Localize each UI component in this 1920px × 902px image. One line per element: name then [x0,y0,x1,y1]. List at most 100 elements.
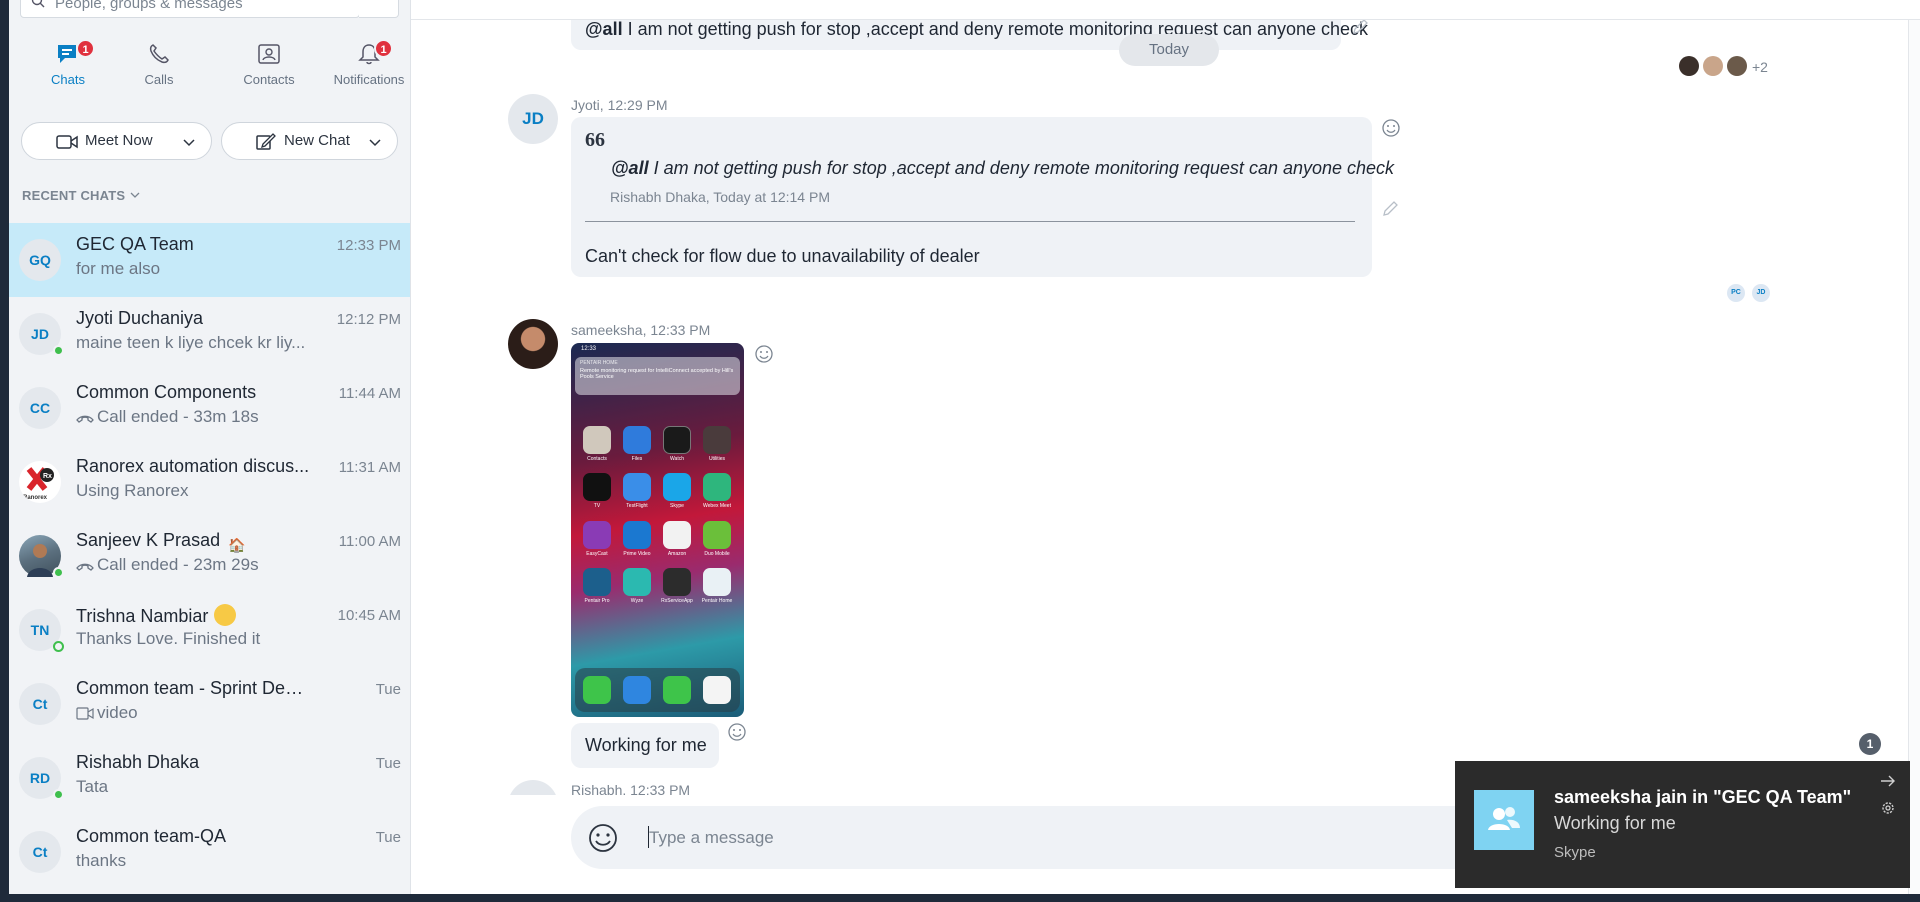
chat-item-ranorex[interactable]: Rx Ranorex Ranorex automation discus... 1… [9,445,410,519]
emoji-picker-icon[interactable] [587,822,619,854]
meet-now-button[interactable]: Meet Now [21,122,212,160]
message-bubble-jd[interactable]: 66 @all I am not getting push for stop ,… [571,117,1394,277]
search-input[interactable]: People, groups & messages [20,0,360,18]
chat-time: 11:44 AM [338,385,401,402]
chat-preview-text: Call ended - 23m 29s [97,555,259,574]
chat-item-sanjeev-k-prasad[interactable]: Sanjeev K Prasad 🏠 11:00 AM Call ended - … [9,519,410,593]
notifications-badge: 1 [374,39,393,58]
tab-notifications[interactable]: Notifications 1 [324,39,410,87]
edit-icon[interactable] [1351,18,1369,36]
meet-now-label: Meet Now [85,132,153,149]
app-label: Pentair Home [701,598,733,604]
chat-time: Tue [375,829,401,846]
video-camera-icon [56,135,78,149]
recent-chats-label: RECENT CHATS [22,188,126,203]
chat-preview: Tata [76,777,109,796]
app-label: Files [631,456,643,462]
chat-name: Common team - Sprint Demo d... [76,678,316,698]
chat-name-text: Trishna Nambiar [76,606,209,626]
message-meta: sameeksha, 12:33 PM [571,322,711,338]
chevron-down-icon [369,139,381,147]
message-meta: Rishabh, 12:33 PM [571,782,691,795]
app-label: RxServiceApp [661,598,693,604]
toast-body: Working for me [1554,813,1676,833]
add-reaction-icon[interactable] [1381,118,1401,138]
status-ring-icon [53,641,64,652]
avatar [508,780,558,795]
quote-divider [585,221,1355,222]
unread-count-badge[interactable]: 1 [1859,733,1881,755]
group-icon [1474,790,1534,850]
add-reaction-icon[interactable] [727,722,747,742]
app-pentair-pro-icon [583,568,611,596]
phone-notification: PENTAIR HOME Remote monitoring request f… [575,357,740,395]
app-wyze-icon [623,568,651,596]
avatar: CC [19,387,61,429]
app-prime-video-icon [623,521,651,549]
chat-item-gec-qa-team[interactable]: GQ GEC QA Team 12:33 PM for me also [9,223,410,297]
date-separator: Today [1119,34,1219,66]
seen-avatar [1727,56,1747,76]
message-input[interactable] [649,824,1349,852]
scrollbar[interactable] [1908,0,1920,894]
app-label: Duo Mobile [704,551,730,557]
message-bubble-sameeksha[interactable]: Working for me [571,723,719,768]
dialpad-button[interactable] [359,0,399,18]
notification-toast[interactable]: sameeksha jain in "GEC QA Team" Working … [1455,761,1910,888]
chat-item-common-team-qa[interactable]: Ct Common team-QA Tue thanks [9,815,410,889]
chevron-down-icon [130,192,140,198]
ranorex-logo: Rx Ranorex [19,461,61,503]
tab-contacts[interactable]: Contacts [224,42,314,87]
edit-icon[interactable] [1381,200,1399,218]
seen-avatar [1679,56,1699,76]
app-easycast-icon [583,521,611,549]
app-label: Utilities [708,456,726,462]
chat-preview-text: Call ended - 33m 18s [97,407,259,426]
phone-status-bar: 12:33 [581,346,596,352]
chat-item-trishna-nambiar[interactable]: TN Trishna Nambiar 10:45 AM Thanks Love.… [9,593,410,667]
chat-preview-text: video [97,703,138,722]
chat-preview: video [76,703,356,723]
app-amazon-icon [663,521,691,549]
chat-item-jyoti-duchaniya[interactable]: JD Jyoti Duchaniya 12:12 PM maine teen k… [9,297,410,371]
message-body: I am not getting push for stop ,accept a… [627,19,1369,39]
chat-time: Tue [375,755,401,772]
chat-preview: maine teen k liye chcek kr liy... [76,333,306,352]
chat-item-common-team-sprint-demo[interactable]: Ct Common team - Sprint Demo d... Tue vi… [9,667,410,741]
tab-contacts-label: Contacts [243,72,295,87]
chat-item-rishabh-dhaka[interactable]: RD Rishabh Dhaka Tue Tata [9,741,410,815]
chat-time: 12:12 PM [336,311,401,328]
app-label: Pentair Pro [584,598,610,604]
tab-chats[interactable]: Chats 1 [23,39,113,87]
contacts-icon [258,44,280,64]
chat-item-common-components[interactable]: CC Common Components 11:44 AM Call ended… [9,371,410,445]
add-reaction-icon[interactable] [754,344,774,364]
chat-name: Rishabh Dhaka [76,752,200,772]
read-receipt-avatar: JD [1752,284,1770,302]
gear-icon[interactable] [1880,800,1896,816]
arrow-right-icon[interactable] [1880,774,1896,788]
message-text: Working for me [585,735,707,755]
app-label: TV [593,503,601,509]
app-testflight-icon [623,473,651,501]
app-skype-icon [663,473,691,501]
online-status-icon [53,567,64,578]
search-icon [31,0,45,8]
tab-notifications-label: Notifications [333,72,405,87]
avatar: Ct [19,831,61,873]
tab-calls[interactable]: Calls [114,42,204,87]
chat-preview: for me also [76,259,161,278]
shared-image-screenshot[interactable]: 12:33 PENTAIR HOME Remote monitoring req… [571,343,744,717]
chevron-down-icon [183,139,195,147]
new-chat-button[interactable]: New Chat [221,122,398,160]
recent-chats-header[interactable]: RECENT CHATS [22,188,141,203]
compose-icon [256,133,276,150]
chat-name: GEC QA Team [76,234,194,254]
chat-time: 11:31 AM [338,459,401,476]
sidebar: People, groups & messages Chats 1 Calls … [9,0,411,894]
quote-mark: 66 [585,129,605,151]
toast-app-name: Skype [1554,844,1596,861]
app-label: Watch [670,456,684,462]
conversation-pane: @all I am not getting push for stop ,acc… [411,0,1920,894]
app-utilities-icon [703,426,731,454]
